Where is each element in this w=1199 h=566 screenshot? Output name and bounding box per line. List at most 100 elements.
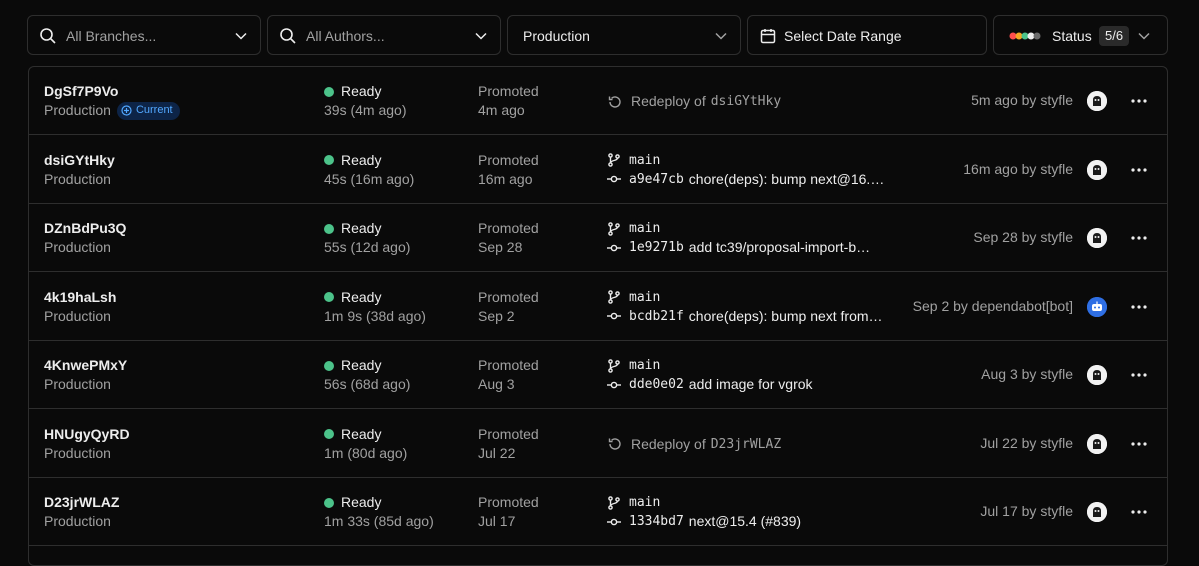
status-label: Ready — [341, 83, 382, 99]
deployment-environment: Production — [44, 307, 116, 326]
commit-sha[interactable]: bcdb21f — [629, 307, 684, 326]
branch-name[interactable]: main — [629, 219, 660, 238]
user-avatar — [1087, 159, 1107, 180]
deployment-identity: DZnBdPu3Q Production — [44, 219, 126, 257]
redeploy-icon — [608, 438, 621, 450]
calendar-icon — [760, 29, 776, 44]
ready-status-dot — [324, 429, 334, 439]
commit-sha[interactable]: a9e47cb — [629, 170, 684, 189]
deployment-identity: D23jrWLAZ Production — [44, 493, 119, 531]
build-duration: 45s (16m ago) — [324, 170, 415, 187]
search-icon — [280, 28, 296, 44]
git-commit-icon — [607, 175, 621, 183]
deployment-row[interactable]: 4KnwePMxY Production Ready 56s (68d ago) Pro… — [29, 341, 1167, 409]
git-commit-icon — [607, 518, 621, 525]
deployment-status: Ready 1m 33s (85d ago) — [324, 493, 434, 531]
deployment-row[interactable]: D23jrWLAZ Production Ready 1m 33s (85d ago)… — [29, 478, 1167, 546]
more-options-icon[interactable] — [1130, 161, 1148, 179]
promotion-info: Promoted 4m ago — [478, 82, 539, 120]
redeploy-target[interactable]: D23jrWLAZ — [711, 435, 781, 454]
commit-message[interactable]: add tc39/proposal-import-b… — [689, 238, 870, 257]
created-by: 16m ago by styfle — [963, 160, 1073, 177]
environment-select[interactable]: Production — [507, 15, 741, 55]
deployment-environment: Production Current — [44, 101, 180, 120]
branch-filter-placeholder: All Branches... — [66, 28, 157, 44]
commit-sha[interactable]: dde0e02 — [629, 375, 684, 394]
user-avatar — [1087, 228, 1107, 248]
build-duration: 1m 33s (85d ago) — [324, 513, 434, 529]
date-range-label: Select Date Range — [784, 28, 902, 44]
ready-status-dot — [324, 497, 334, 508]
created-by: Sep 2 by dependabot[bot] — [912, 297, 1073, 314]
deployment-row[interactable]: dsiGYtHky Production Ready 45s (16m ago) Pro… — [29, 136, 1167, 204]
git-branch-icon — [608, 221, 620, 236]
deployment-row[interactable]: DgSf7P9Vo Production Current Ready 39s (4m a… — [29, 67, 1167, 135]
deployment-status: Ready 45s (16m ago) — [324, 151, 414, 189]
created-by: Jul 22 by styfle — [980, 434, 1073, 451]
commit-sha[interactable]: 1e9271b — [629, 238, 684, 257]
more-options-icon[interactable] — [1130, 298, 1148, 316]
environment-label: Production — [44, 170, 111, 187]
promotion-info: Promoted 16m ago — [478, 151, 539, 189]
branch-name[interactable]: main — [629, 151, 660, 170]
date-range-picker[interactable]: Select Date Range — [747, 15, 987, 55]
environment-label: Production — [44, 239, 111, 255]
deployment-id[interactable]: DgSf7P9Vo — [44, 82, 180, 101]
promoted-time: Jul 22 — [478, 444, 516, 461]
more-options-icon[interactable] — [1130, 435, 1148, 453]
deployment-status: Ready 39s (4m ago) — [324, 82, 406, 120]
commit-message[interactable]: chore(deps): bump next from… — [689, 307, 883, 326]
commit-message[interactable]: add image for vgrok — [689, 375, 813, 394]
deployment-id[interactable]: DZnBdPu3Q — [44, 219, 126, 238]
deployment-status: Ready 1m 9s (38d ago) — [324, 288, 426, 326]
promoted-time: Aug 3 — [478, 376, 515, 392]
author-filter[interactable]: All Authors... — [267, 15, 501, 55]
branch-filter[interactable]: All Branches... — [27, 15, 261, 55]
deployment-status: Ready 56s (68d ago) — [324, 356, 410, 394]
more-options-icon[interactable] — [1130, 366, 1148, 384]
deployment-id[interactable]: dsiGYtHky — [44, 151, 115, 170]
redeploy-target[interactable]: dsiGYtHky — [711, 92, 781, 111]
deployment-source: main 1e9271b add tc39/proposal-import-b… — [607, 219, 897, 257]
deployment-row[interactable]: HNUgyQyRD Production Ready 1m (80d ago) Prom… — [29, 410, 1167, 478]
git-commit-icon — [607, 312, 621, 320]
status-label: Ready — [341, 151, 382, 168]
chevron-down-icon — [1138, 32, 1150, 40]
more-options-icon[interactable] — [1130, 92, 1148, 110]
deployment-id[interactable]: 4KnwePMxY — [44, 356, 127, 375]
commit-sha[interactable]: 1334bd7 — [629, 512, 684, 531]
promotion-info: Promoted Sep 2 — [478, 288, 539, 326]
status-label: Ready — [341, 425, 382, 442]
branch-name[interactable]: main — [629, 356, 660, 375]
promoted-time: Sep 28 — [478, 239, 523, 255]
deployment-status: Ready 1m (80d ago) — [324, 425, 407, 463]
deployment-source: main bcdb21f chore(deps): bump next from… — [607, 288, 897, 326]
current-badge: Current — [116, 101, 180, 120]
deployment-row[interactable]: 4k19haLsh Production Ready 1m 9s (38d ago) P… — [29, 273, 1167, 341]
environment-label: Production — [44, 513, 111, 529]
status-dots-icon — [1009, 32, 1041, 40]
current-badge-label: Current — [135, 104, 173, 116]
created-by: 5m ago by styfle — [971, 92, 1073, 108]
deployment-source: Redeploy of dsiGYtHky — [607, 82, 897, 111]
deployment-environment: Production — [44, 375, 127, 394]
more-options-icon[interactable] — [1130, 503, 1148, 521]
build-duration: 56s (68d ago) — [324, 376, 411, 392]
deployment-id[interactable]: HNUgyQyRD — [44, 425, 130, 444]
search-icon — [40, 28, 56, 44]
commit-message[interactable]: next@15.4 (#839) — [689, 512, 801, 531]
author-filter-placeholder: All Authors... — [306, 28, 385, 44]
deployment-id[interactable]: 4k19haLsh — [44, 288, 116, 307]
branch-name[interactable]: main — [629, 493, 660, 512]
chevron-down-icon — [235, 32, 247, 40]
ready-status-dot — [324, 155, 334, 165]
deployment-id[interactable]: D23jrWLAZ — [44, 493, 119, 512]
environment-label: Production — [44, 102, 111, 118]
more-options-icon[interactable] — [1130, 229, 1148, 247]
status-label: Ready — [341, 220, 382, 236]
status-filter[interactable]: Status 5/6 — [993, 15, 1168, 55]
branch-name[interactable]: main — [629, 288, 660, 307]
deployment-row[interactable]: DZnBdPu3Q Production Ready 55s (12d ago) Pro… — [29, 204, 1167, 272]
chevron-down-icon — [715, 32, 727, 40]
commit-message[interactable]: chore(deps): bump next@16.… — [689, 170, 885, 189]
